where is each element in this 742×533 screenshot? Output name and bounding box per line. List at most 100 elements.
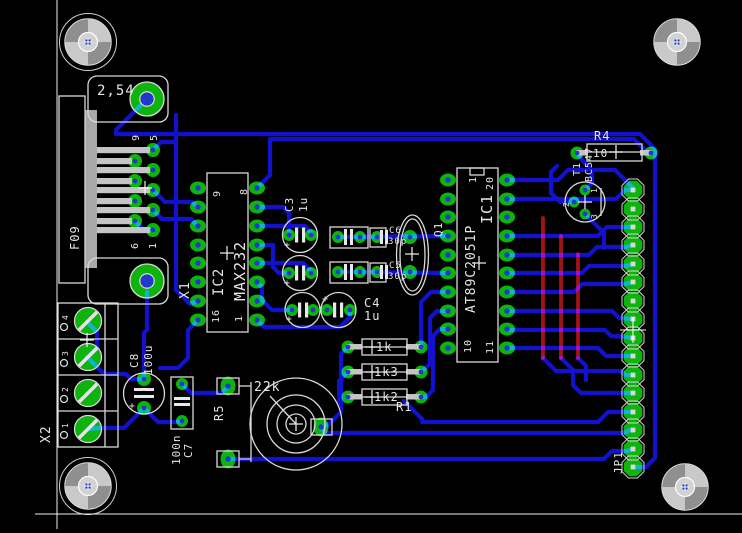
drill-hole: [572, 200, 577, 205]
label-10[interactable]: 10: [593, 147, 608, 160]
label-1[interactable]: 1: [234, 315, 245, 322]
label-max232[interactable]: MAX232: [231, 241, 249, 301]
drill-hole: [445, 270, 450, 275]
capacitor-plate: [295, 228, 298, 243]
board-drawing[interactable]: 2,54C630pC530pC41u1k1k31k2R1R41022k9561F…: [0, 0, 742, 533]
label-c6[interactable]: C6: [389, 226, 402, 236]
label-t1[interactable]: T1: [572, 162, 583, 176]
label-30p[interactable]: 30p: [388, 237, 407, 247]
drill-hole: [254, 204, 259, 209]
label-9[interactable]: 9: [212, 190, 223, 197]
drill-hole: [254, 242, 259, 247]
drill-hole: [445, 233, 450, 238]
label-3[interactable]: 3: [61, 350, 70, 356]
label-10[interactable]: 10: [463, 339, 474, 353]
label-11[interactable]: 11: [485, 340, 496, 354]
label-1k2[interactable]: 1k2: [374, 390, 399, 404]
drill-hole: [358, 235, 363, 240]
label-4[interactable]: 4: [61, 314, 70, 320]
label-1[interactable]: 1: [590, 187, 599, 193]
label-ic2[interactable]: IC2: [211, 268, 227, 296]
label--[interactable]: +: [129, 401, 136, 412]
label--[interactable]: +: [286, 314, 293, 325]
label-5[interactable]: 5: [149, 134, 160, 141]
pcb-editor-canvas[interactable]: 2,54C630pC530pC41u1k1k31k2R1R41022k9561F…: [0, 0, 742, 533]
label-f09[interactable]: F09: [68, 225, 82, 250]
drill-hole: [151, 148, 156, 153]
label-1k3[interactable]: 1k3: [374, 365, 399, 379]
capacitor-plate: [174, 397, 190, 400]
label-100u[interactable]: 100u: [142, 345, 155, 376]
drill-hole: [195, 317, 200, 322]
drill-hole: [583, 212, 588, 217]
drill-hole: [631, 447, 636, 452]
label-2[interactable]: 2: [61, 386, 70, 392]
drill-hole: [419, 370, 424, 375]
label-r5[interactable]: R5: [212, 405, 226, 421]
label-1u[interactable]: 1u: [297, 197, 310, 212]
label-9[interactable]: 9: [131, 134, 142, 141]
label-1[interactable]: 1: [61, 422, 70, 428]
label-1[interactable]: 1: [148, 242, 159, 249]
capacitor-plate: [340, 303, 343, 318]
connector-pin: [97, 207, 150, 213]
label--[interactable]: +: [284, 240, 291, 251]
label-6[interactable]: 6: [130, 242, 141, 249]
drill-hole: [445, 308, 450, 313]
label-1u[interactable]: 1u: [364, 309, 380, 323]
drill-hole: [346, 370, 351, 375]
drill-hole: [336, 270, 341, 275]
drill-hole: [142, 406, 147, 411]
label-c3[interactable]: C3: [283, 197, 296, 212]
label-ic1[interactable]: IC1: [478, 194, 496, 224]
drill-hole: [290, 308, 295, 313]
drill-hole: [151, 208, 156, 213]
drill-hole: [408, 270, 413, 275]
label-30p[interactable]: 30p: [388, 272, 407, 282]
label-1[interactable]: 1: [468, 176, 479, 183]
drill-hole: [631, 354, 636, 359]
drill-hole: [133, 219, 138, 224]
drill-hole: [504, 308, 509, 313]
label-c4[interactable]: C4: [364, 296, 380, 310]
label-at89c2051p[interactable]: AT89C2051P: [464, 225, 479, 313]
label--[interactable]: +: [284, 278, 291, 289]
label-bc547[interactable]: BC547: [584, 147, 595, 182]
label-16[interactable]: 16: [211, 309, 222, 323]
label-2[interactable]: 2: [562, 201, 571, 207]
drill-hole: [445, 252, 450, 257]
label-22k[interactable]: 22k: [254, 380, 280, 395]
drill-hole: [133, 179, 138, 184]
drill-hole: [141, 275, 154, 288]
label-jp1[interactable]: JP1: [612, 451, 625, 474]
drill-hole: [649, 151, 654, 156]
drill-hole: [195, 260, 200, 265]
drill-hole: [631, 262, 636, 267]
label--[interactable]: +: [322, 294, 329, 305]
label-q1[interactable]: Q1: [432, 222, 445, 237]
capacitor-plate: [298, 303, 301, 318]
label-x2[interactable]: X2: [39, 425, 54, 443]
label-2-54[interactable]: 2,54: [97, 83, 135, 99]
label-c5[interactable]: C5: [389, 261, 402, 271]
drill-hole: [504, 233, 509, 238]
label-3[interactable]: 3: [590, 213, 599, 219]
drill-hole: [375, 235, 380, 240]
capacitor-plate: [302, 228, 305, 243]
drill-hole: [631, 465, 636, 470]
label-c8[interactable]: C8: [128, 353, 141, 368]
drill-hole: [504, 270, 509, 275]
label-x1[interactable]: X1: [178, 281, 193, 299]
capacitor-plate: [174, 403, 190, 406]
label-r4[interactable]: R4: [594, 129, 610, 143]
label-1k[interactable]: 1k: [376, 340, 392, 354]
drill-hole: [631, 225, 636, 230]
connector-pin: [97, 178, 132, 184]
label-8[interactable]: 8: [239, 188, 250, 195]
drill-hole: [254, 223, 259, 228]
label-r1[interactable]: R1: [396, 400, 412, 414]
drill-hole: [445, 214, 450, 219]
drill-hole: [309, 271, 314, 276]
label-20[interactable]: 20: [485, 176, 496, 190]
label-c7[interactable]: C7: [182, 443, 195, 458]
